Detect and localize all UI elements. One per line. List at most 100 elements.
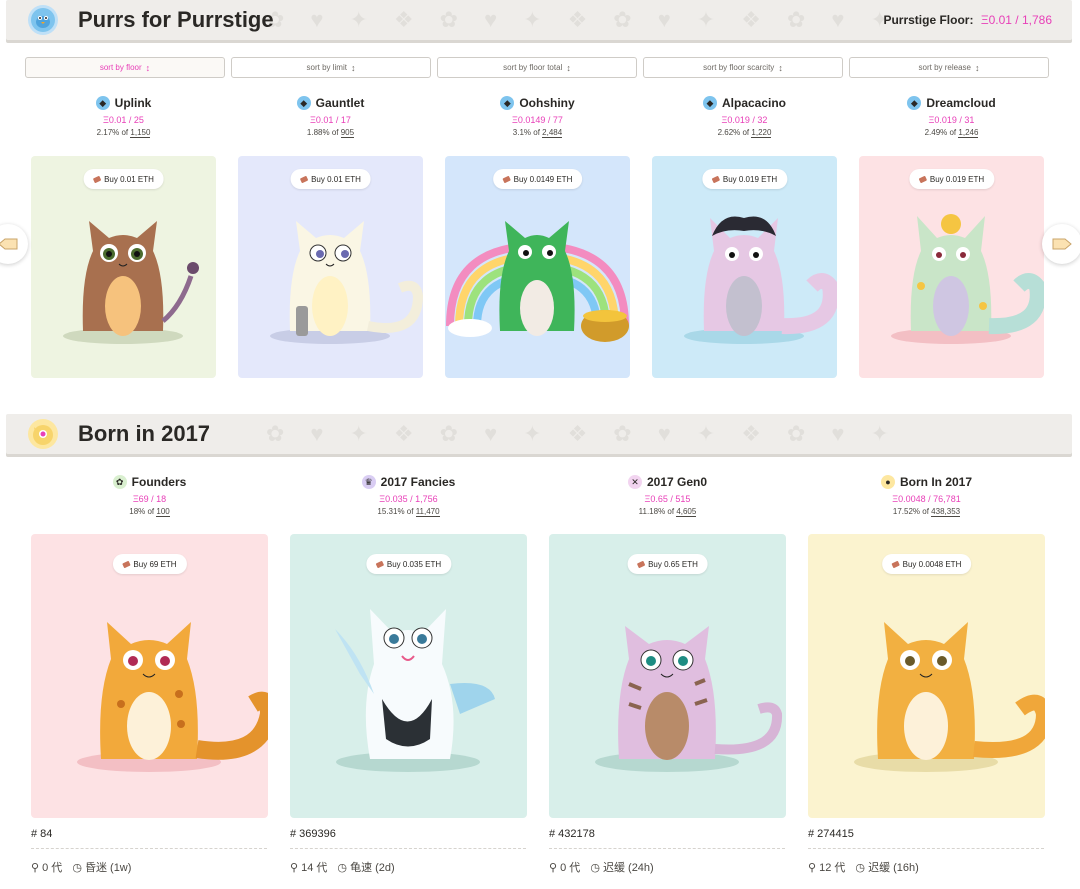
buy-button[interactable]: Buy 0.019 ETH xyxy=(701,169,788,189)
buy-button[interactable]: Buy 0.65 ETH xyxy=(627,554,708,574)
sort-by-release-button[interactable]: sort by release ↕ xyxy=(849,57,1049,78)
share-total: 438,353 xyxy=(931,507,961,517)
collection-price: Ξ69 / 18 xyxy=(132,494,167,504)
cat-card-gauntlet[interactable]: Buy 0.01 ETH xyxy=(238,156,423,378)
generation: ⚲ 0 代 xyxy=(31,862,63,874)
cat-face-icon: ● xyxy=(880,475,895,489)
cat-illustration xyxy=(891,214,1044,344)
buy-label: Buy 0.0149 ETH xyxy=(513,174,573,184)
price-tag-icon xyxy=(918,175,927,183)
price-tag-icon xyxy=(890,560,900,568)
purrstige-banner: ✿♥✦❖✿♥✦❖✿♥✦❖✿♥✦ Purrs for Purrstige Purr… xyxy=(6,0,1072,40)
collection-name: Alpacacino xyxy=(721,96,787,110)
collection-name: Dreamcloud xyxy=(926,96,996,110)
price-tag-icon xyxy=(501,175,511,183)
bird-icon xyxy=(28,5,58,35)
collection-born-in-2017[interactable]: ● Born In 2017 Ξ0.0048 / 76,781 17.52% of… xyxy=(808,475,1045,517)
cat-info-84: # 84 ⚲ 0 代 ◷ 昏迷 (1w) xyxy=(31,828,267,875)
buy-label: Buy 0.0048 ETH xyxy=(902,559,962,569)
buy-button[interactable]: Buy 0.01 ETH xyxy=(83,169,164,189)
buy-button[interactable]: Buy 0.0048 ETH xyxy=(881,554,972,574)
cat-illustration xyxy=(446,221,629,342)
price-tag-icon xyxy=(711,175,720,183)
cooldown-value: 迟缓 (16h) xyxy=(868,862,919,874)
sort-by-floor-scarcity-button[interactable]: sort by floor scarcity ↕ xyxy=(643,57,843,78)
paw-left-icon[interactable] xyxy=(0,224,28,264)
floor-label: Purrstige Floor: xyxy=(883,13,974,27)
share-pct: 2.49% of xyxy=(924,128,957,137)
floor-value[interactable]: Ξ0.01 / 1,786 xyxy=(981,13,1052,27)
cat-card-dreamcloud[interactable]: Buy 0.019 ETH xyxy=(859,156,1044,378)
collection-share: 2.17% of 1,150 xyxy=(31,128,216,138)
share-total: 1,246 xyxy=(958,128,979,138)
sort-label: sort by release xyxy=(918,63,971,72)
divider xyxy=(549,848,785,849)
share-total: 11,470 xyxy=(415,507,440,517)
sprout-icon: ✿ xyxy=(112,475,127,489)
share-pct: 17.52% of xyxy=(892,507,929,516)
collection-name: 2017 Gen0 xyxy=(646,475,708,489)
cooldown: ◷ 迟缓 (24h) xyxy=(590,862,654,874)
divider xyxy=(808,848,1044,849)
cooldown: ◷ 龟速 (2d) xyxy=(337,862,395,874)
cat-id[interactable]: # 84 xyxy=(31,828,267,840)
collection-2017-fancies[interactable]: ♛ 2017 Fancies Ξ0.035 / 1,756 15.31% of 1… xyxy=(290,475,527,517)
collection-share: 17.52% of 438,353 xyxy=(808,507,1045,517)
collection-founders[interactable]: ✿ Founders Ξ69 / 18 18% of 100 xyxy=(31,475,268,517)
paw-right-icon[interactable] xyxy=(1042,224,1080,264)
uplink-icon: ◆ xyxy=(95,96,110,110)
collection-price: Ξ0.01 / 17 xyxy=(310,115,351,125)
collection-alpacacino[interactable]: ◆ Alpacacino Ξ0.019 / 32 2.62% of 1,220 xyxy=(652,96,837,138)
sort-by-limit-button[interactable]: sort by limit ↕ xyxy=(231,57,431,78)
buy-button[interactable]: Buy 69 ETH xyxy=(112,554,187,574)
sort-label: sort by floor scarcity xyxy=(703,63,775,72)
sort-icon: ↕ xyxy=(350,62,356,73)
collection-gauntlet[interactable]: ◆ Gauntlet Ξ0.01 / 17 1.88% of 905 xyxy=(238,96,423,138)
cat-card-369396[interactable]: Buy 0.035 ETH xyxy=(290,534,527,818)
sort-icon: ↕ xyxy=(566,62,571,73)
cat-card-274415[interactable]: Buy 0.0048 ETH xyxy=(808,534,1045,818)
cat-id[interactable]: # 274415 xyxy=(808,828,1044,840)
price-tag-icon xyxy=(121,560,131,568)
buy-label: Buy 0.019 ETH xyxy=(929,174,985,184)
divider xyxy=(31,848,267,849)
sort-icon: ↕ xyxy=(778,62,783,73)
collection-2017-gen0[interactable]: ✕ 2017 Gen0 Ξ0.65 / 515 11.18% of 4,605 xyxy=(549,475,786,517)
sort-label: sort by floor xyxy=(99,63,142,72)
collection-share: 3.1% of 2,484 xyxy=(445,128,630,138)
sort-by-floor-button[interactable]: sort by floor ↕ xyxy=(25,57,225,78)
collection-price: Ξ0.01 / 25 xyxy=(103,115,144,125)
buy-label: Buy 69 ETH xyxy=(133,559,177,569)
price-tag-icon xyxy=(299,175,308,183)
cat-card-84[interactable]: Buy 69 ETH xyxy=(31,534,268,818)
cat-card-uplink[interactable]: Buy 0.01 ETH xyxy=(31,156,216,378)
purrstige-floor: Purrstige Floor: Ξ0.01 / 1,786 xyxy=(883,13,1052,27)
collection-price: Ξ0.65 / 515 xyxy=(644,494,691,504)
share-total: 4,605 xyxy=(676,507,697,517)
collection-uplink[interactable]: ◆ Uplink Ξ0.01 / 25 2.17% of 1,150 xyxy=(31,96,216,138)
cat-illustration xyxy=(595,626,783,772)
collection-dreamcloud[interactable]: ◆ Dreamcloud Ξ0.019 / 31 2.49% of 1,246 xyxy=(859,96,1044,138)
cat-card-alpacacino[interactable]: Buy 0.019 ETH xyxy=(652,156,837,378)
share-total: 2,484 xyxy=(542,128,563,138)
collection-name: Born In 2017 xyxy=(899,475,973,489)
cooldown-value: 迟缓 (24h) xyxy=(602,862,654,874)
buy-label: Buy 0.01 ETH xyxy=(104,174,154,184)
cat-card-oohshiny[interactable]: Buy 0.0149 ETH xyxy=(445,156,630,378)
buy-button[interactable]: Buy 0.01 ETH xyxy=(290,169,371,189)
collection-oohshiny[interactable]: ◆ Oohshiny Ξ0.0149 / 77 3.1% of 2,484 xyxy=(445,96,630,138)
cat-card-432178[interactable]: Buy 0.65 ETH xyxy=(549,534,786,818)
cat-id[interactable]: # 432178 xyxy=(549,828,785,840)
price-tag-icon xyxy=(92,175,101,183)
collection-price: Ξ0.0149 / 77 xyxy=(512,115,563,125)
sort-label: sort by limit xyxy=(306,63,347,72)
price-tag-icon xyxy=(636,560,645,568)
cat-info-432178: # 432178 ⚲ 0 代 ◷ 迟缓 (24h) xyxy=(549,828,785,875)
cat-icon xyxy=(28,419,58,449)
generation-value: 0 代 xyxy=(560,862,581,874)
buy-button[interactable]: Buy 0.035 ETH xyxy=(365,554,452,574)
sort-by-floor-total-button[interactable]: sort by floor total ↕ xyxy=(437,57,637,78)
cat-id[interactable]: # 369396 xyxy=(290,828,526,840)
buy-button[interactable]: Buy 0.0149 ETH xyxy=(492,169,583,189)
buy-button[interactable]: Buy 0.019 ETH xyxy=(908,169,995,189)
